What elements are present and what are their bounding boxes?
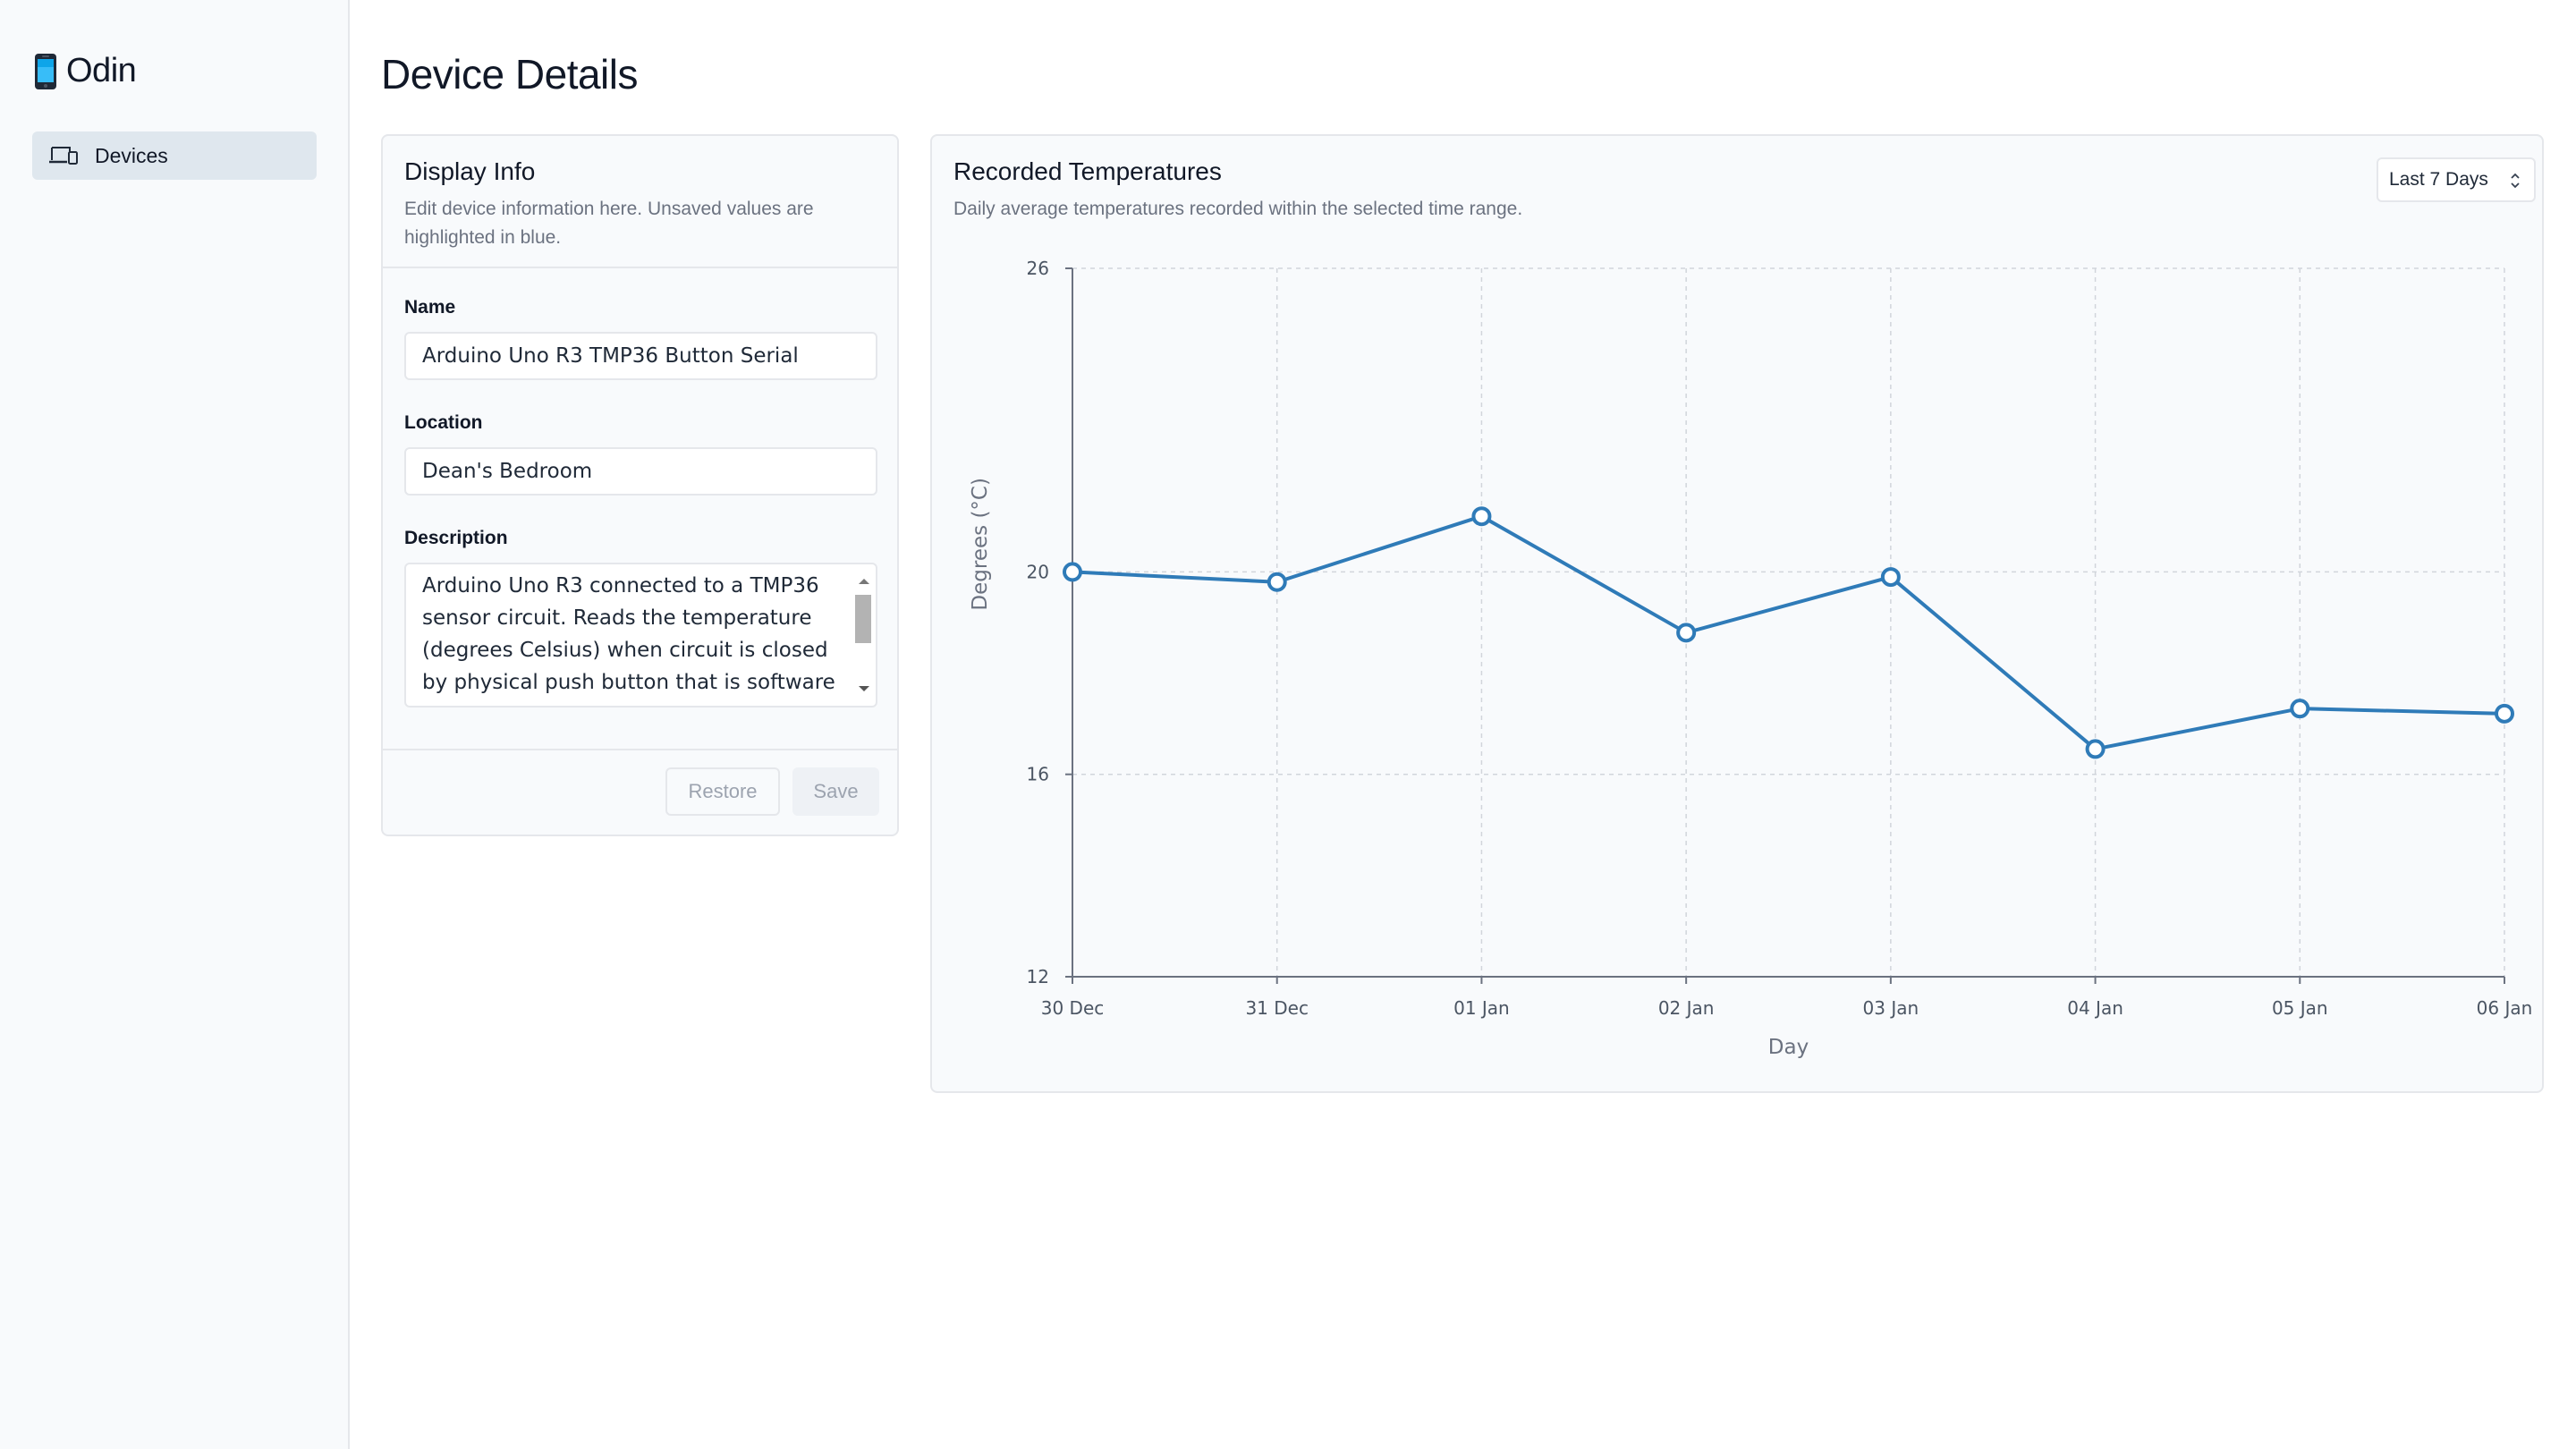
- y-tick-label: 12: [1027, 966, 1049, 987]
- scroll-up-arrow-icon[interactable]: [859, 579, 869, 584]
- data-point: [2085, 739, 2106, 759]
- sidebar-item-label: Devices: [95, 143, 168, 167]
- display-info-card: Display Info Edit device information her…: [381, 134, 899, 836]
- description-field[interactable]: Arduino Uno R3 connected to a TMP36 sens…: [404, 563, 877, 708]
- location-label: Location: [404, 412, 483, 433]
- y-axis-title: Degrees (°C): [969, 478, 992, 611]
- display-info-subtitle-line1: Edit device information here. Unsaved va…: [404, 199, 814, 219]
- x-tick-label: 02 Jan: [1658, 997, 1715, 1019]
- sidebar: Odin Devices: [0, 0, 350, 1449]
- data-point: [1267, 572, 1287, 592]
- x-tick-label: 06 Jan: [2477, 997, 2533, 1019]
- data-point: [2495, 703, 2514, 724]
- x-tick-label: 04 Jan: [2067, 997, 2123, 1019]
- name-field[interactable]: [404, 332, 877, 380]
- x-tick-label: 05 Jan: [2272, 997, 2328, 1019]
- name-label: Name: [404, 297, 456, 318]
- scroll-down-arrow-icon[interactable]: [859, 686, 869, 691]
- x-tick-label: 01 Jan: [1453, 997, 1510, 1019]
- x-tick-label: 03 Jan: [1863, 997, 1919, 1019]
- description-line: Arduino Uno R3 connected to a TMP36: [422, 574, 819, 597]
- description-scrollbar[interactable]: [852, 566, 874, 704]
- brand[interactable]: Odin: [34, 52, 137, 90]
- scroll-thumb[interactable]: [855, 595, 871, 643]
- description-line: (degrees Celsius) when circuit is closed: [422, 639, 828, 662]
- description-line: sensor circuit. Reads the temperature: [422, 606, 812, 630]
- description-text: Arduino Uno R3 connected to a TMP36 sens…: [422, 570, 843, 699]
- sidebar-item-devices[interactable]: Devices: [32, 131, 317, 180]
- data-point: [1063, 562, 1082, 582]
- save-button[interactable]: Save: [792, 767, 879, 816]
- description-label: Description: [404, 528, 508, 548]
- y-tick-label: 16: [1027, 764, 1049, 785]
- x-tick-label: 31 Dec: [1245, 997, 1309, 1019]
- x-tick-label: 30 Dec: [1041, 997, 1105, 1019]
- devices-icon: [49, 147, 78, 165]
- divider: [383, 749, 897, 750]
- data-point: [1676, 623, 1697, 643]
- data-point: [1471, 506, 1492, 527]
- phone-icon: [35, 53, 56, 89]
- page-title: Device Details: [381, 51, 639, 97]
- display-info-subtitle-line2: highlighted in blue.: [404, 227, 562, 248]
- temperatures-card: Recorded Temperatures Daily average temp…: [930, 134, 2544, 1093]
- app-name: Odin: [66, 52, 137, 89]
- series-line: [1072, 514, 2505, 751]
- x-axis-title: Day: [1768, 1036, 1809, 1059]
- restore-button[interactable]: Restore: [665, 767, 780, 816]
- temperature-chart: 12 16 20 26 30 Dec 31 Dec 01 Jan 02 Jan 03 Jan 04…: [969, 258, 2533, 1059]
- description-line: by physical push button that is software: [422, 671, 835, 694]
- display-info-title: Display Info: [404, 157, 536, 185]
- data-point: [2290, 699, 2310, 719]
- y-tick-label: 20: [1027, 561, 1049, 582]
- data-point: [1880, 567, 1901, 588]
- location-field[interactable]: [404, 447, 877, 496]
- y-tick-label: 26: [1027, 258, 1049, 279]
- divider: [383, 267, 897, 268]
